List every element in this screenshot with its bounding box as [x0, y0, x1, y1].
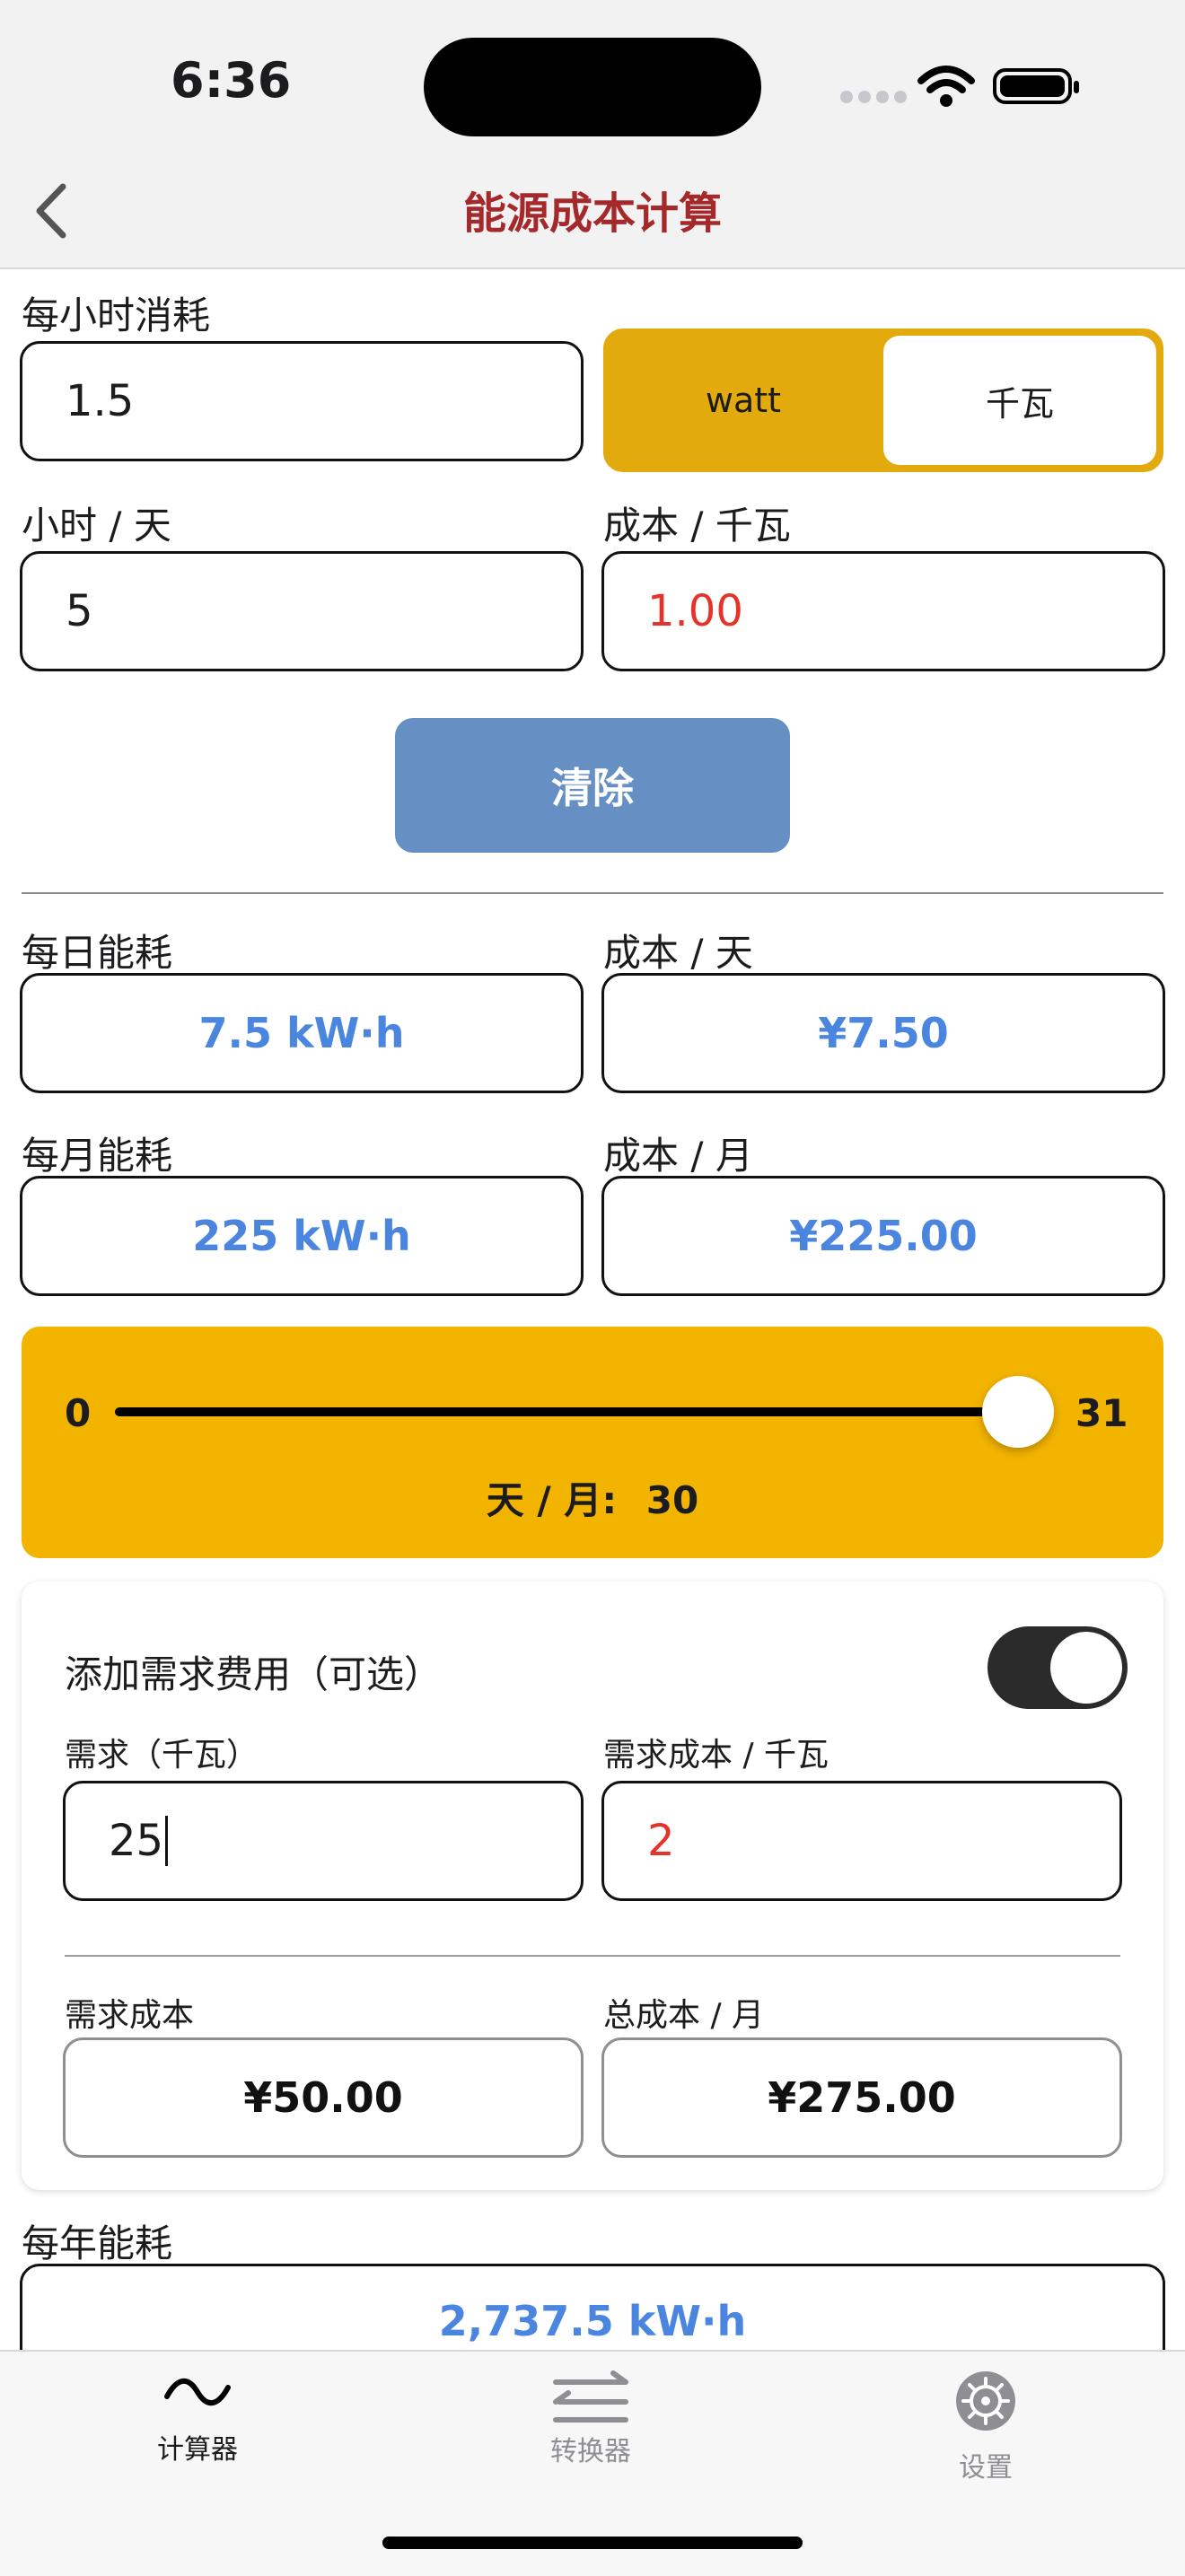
demand-cost-label: 需求成本 — [65, 1997, 195, 2034]
days-per-month-readout: 天 / 月: 30 — [0, 1470, 1185, 1525]
demand-divider — [65, 1955, 1120, 1957]
demand-kw-input[interactable]: 25 — [63, 1781, 584, 1901]
yearly-energy-label: 每年能耗 — [22, 2221, 173, 2265]
swap-arrows-icon — [553, 2370, 628, 2423]
demand-cost-value: ¥50.00 — [63, 2037, 584, 2158]
cost-per-kw-label: 成本 / 千瓦 — [603, 504, 791, 548]
cost-per-kw-input[interactable]: 1.00 — [601, 551, 1165, 671]
daily-energy-value: 7.5 kW·h — [20, 973, 584, 1093]
home-indicator — [382, 2537, 803, 2549]
section-divider — [22, 892, 1163, 894]
unit-segmented-control[interactable]: watt 千瓦 — [603, 329, 1163, 472]
tab-converter[interactable]: 转换器 — [501, 2370, 680, 2468]
hourly-consumption-label: 每小时消耗 — [22, 294, 211, 337]
chevron-left-icon — [36, 183, 66, 239]
hours-per-day-label: 小时 / 天 — [22, 504, 171, 548]
hourly-consumption-input[interactable]: 1.5 — [20, 341, 584, 461]
daily-cost-value: ¥7.50 — [601, 973, 1165, 1093]
days-per-month-label: 天 / 月: — [486, 1478, 618, 1522]
status-time: 6:36 — [171, 52, 292, 109]
monthly-energy-label: 每月能耗 — [22, 1134, 173, 1178]
battery-icon — [993, 68, 1079, 104]
demand-rate-input[interactable]: 2 — [601, 1781, 1122, 1901]
total-cost-value: ¥275.00 — [601, 2037, 1122, 2158]
slider-min-label: 0 — [65, 1391, 92, 1435]
monthly-cost-value: ¥225.00 — [601, 1176, 1165, 1296]
page-title: 能源成本计算 — [462, 188, 722, 239]
daily-energy-label: 每日能耗 — [22, 931, 173, 975]
clear-button[interactable]: 清除 — [395, 718, 790, 853]
cellular-signal-icon — [840, 90, 912, 107]
days-slider-thumb[interactable] — [982, 1376, 1055, 1448]
monthly-energy-value: 225 kW·h — [20, 1176, 584, 1296]
daily-cost-label: 成本 / 天 — [603, 931, 753, 975]
days-slider-fill — [115, 1407, 1019, 1416]
wave-icon — [164, 2378, 231, 2406]
demand-toggle-label: 添加需求费用（可选） — [65, 1652, 443, 1696]
demand-toggle[interactable] — [988, 1626, 1128, 1709]
dynamic-island — [424, 38, 761, 136]
demand-rate-label: 需求成本 / 千瓦 — [603, 1737, 830, 1774]
demand-kw-label: 需求（千瓦） — [65, 1737, 259, 1774]
days-per-month-value: 30 — [645, 1478, 699, 1522]
total-cost-label: 总成本 / 月 — [603, 1997, 765, 2034]
back-button[interactable] — [27, 180, 81, 242]
unit-option-watt[interactable]: watt — [607, 332, 880, 469]
slider-max-label: 31 — [1075, 1391, 1128, 1435]
hours-per-day-input[interactable]: 5 — [20, 551, 584, 671]
wifi-icon — [917, 65, 975, 111]
unit-option-kilowatt[interactable]: 千瓦 — [883, 336, 1156, 465]
gear-icon — [956, 2371, 1015, 2431]
text-cursor — [165, 1816, 169, 1866]
monthly-cost-label: 成本 / 月 — [603, 1134, 753, 1178]
tab-settings[interactable]: 设置 — [896, 2370, 1075, 2484]
tab-calculator[interactable]: 计算器 — [108, 2370, 287, 2466]
toggle-knob — [1050, 1632, 1122, 1704]
